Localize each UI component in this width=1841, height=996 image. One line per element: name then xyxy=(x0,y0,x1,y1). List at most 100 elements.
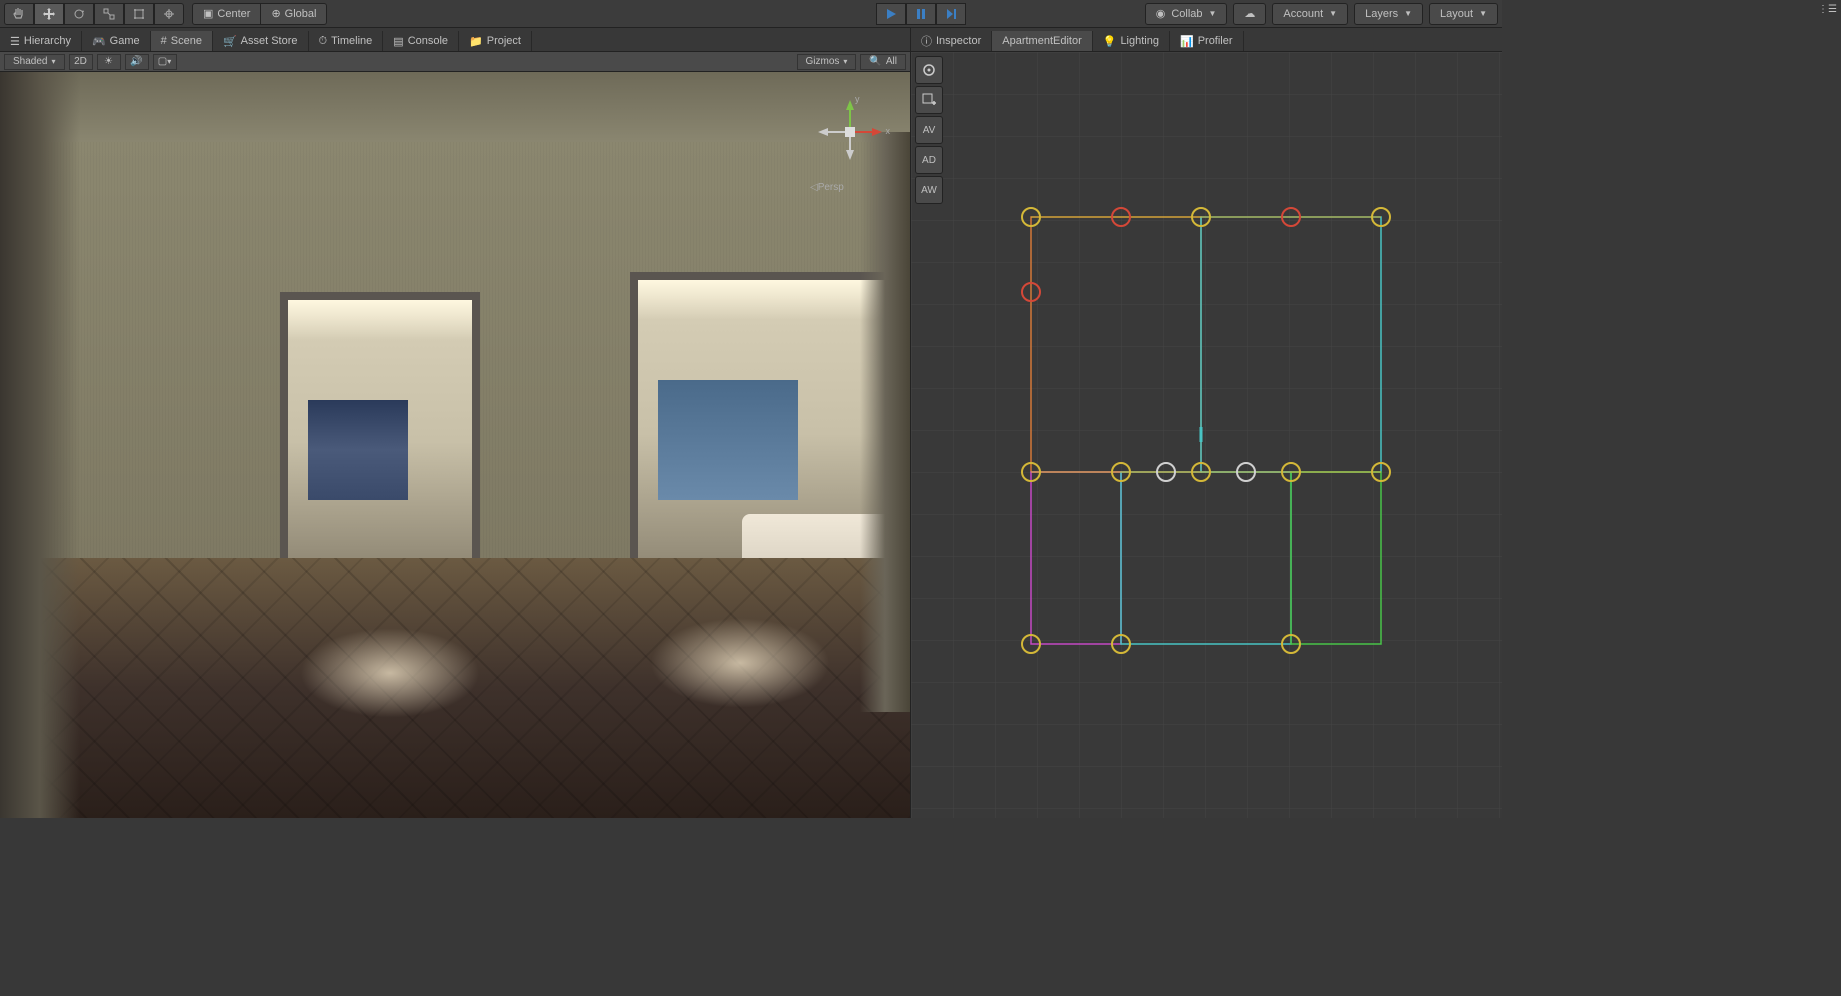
step-button[interactable] xyxy=(936,3,966,25)
node-corner[interactable] xyxy=(1191,207,1211,227)
node-door[interactable] xyxy=(1156,462,1176,482)
chevron-down-icon: ▼ xyxy=(1479,9,1487,18)
left-tab-bar: ☰ Hierarchy 🎮Game #Scene 🛒 Asset Store ⏱Ti… xyxy=(0,28,910,52)
pivot-global-button[interactable]: ⊕Global xyxy=(261,3,327,25)
center-icon: ▣ xyxy=(203,7,213,20)
node-corner[interactable] xyxy=(1111,634,1131,654)
tab-label: Profiler xyxy=(1198,35,1233,47)
node-midpoint[interactable] xyxy=(1281,207,1301,227)
account-dropdown[interactable]: Account ▼ xyxy=(1272,3,1348,25)
aw-label: AW xyxy=(921,185,937,196)
toggle-audio[interactable]: 🔊 xyxy=(125,54,149,70)
node-corner[interactable] xyxy=(1111,462,1131,482)
cloud-button[interactable]: ☁ xyxy=(1233,3,1266,25)
node-corner[interactable] xyxy=(1021,207,1041,227)
node-corner[interactable] xyxy=(1371,207,1391,227)
tab-label: Game xyxy=(110,35,140,47)
tab-label: Timeline xyxy=(331,35,372,47)
pause-button[interactable] xyxy=(906,3,936,25)
tool-av[interactable]: AV xyxy=(915,116,943,144)
draw-mode-dropdown[interactable]: Shaded ▾ xyxy=(4,54,65,70)
node-midpoint[interactable] xyxy=(1021,282,1041,302)
tab-project[interactable]: 📁 Project xyxy=(459,31,532,51)
pivot-center-label: Center xyxy=(217,8,250,20)
pivot-global-label: Global xyxy=(285,8,317,20)
transform-tool[interactable] xyxy=(154,3,184,25)
toggle-fx[interactable]: ▢▾ xyxy=(153,54,177,70)
tab-game[interactable]: 🎮Game xyxy=(82,31,151,51)
tab-lighting[interactable]: 💡Lighting xyxy=(1093,31,1170,51)
tab-profiler[interactable]: 📊Profiler xyxy=(1170,31,1244,51)
tool-add-room[interactable] xyxy=(915,86,943,114)
floorplan-diagram[interactable] xyxy=(1011,192,1431,695)
layout-dropdown[interactable]: Layout▼ xyxy=(1429,3,1498,25)
av-label: AV xyxy=(923,125,936,136)
node-midpoint[interactable] xyxy=(1111,207,1131,227)
scene-3d-render xyxy=(0,72,910,818)
scene-viewport[interactable]: y x ◁Persp xyxy=(0,72,910,818)
right-toolbar-controls: ◉Collab▼ ☁ Account▼ Layers▼ Layout▼ xyxy=(1145,3,1498,25)
node-corner[interactable] xyxy=(1021,462,1041,482)
sun-icon: ☀ xyxy=(104,56,113,67)
axis-y-label: y xyxy=(855,94,860,104)
tab-apartment-editor[interactable]: ApartmentEditor xyxy=(992,31,1092,51)
play-button[interactable] xyxy=(876,3,906,25)
node-corner[interactable] xyxy=(1281,634,1301,654)
timeline-icon: ⏱ xyxy=(319,35,328,48)
all-label: All xyxy=(886,56,897,67)
node-corner[interactable] xyxy=(1021,634,1041,654)
collab-icon: ◉ xyxy=(1156,7,1166,20)
main-toolbar: ▣ Center ⊕Global ◉Collab▼ ☁ Account ▼ Laye… xyxy=(0,0,1502,28)
toggle-lighting[interactable]: ☀ xyxy=(97,54,121,70)
play-controls xyxy=(876,3,966,25)
tab-timeline[interactable]: ⏱Timeline xyxy=(309,31,384,51)
chevron-down-icon: ▾ xyxy=(51,57,55,66)
tab-hierarchy[interactable]: ☰ Hierarchy xyxy=(0,31,82,51)
tool-ad[interactable]: AD xyxy=(915,146,943,174)
lighting-icon: 💡 xyxy=(1103,35,1117,48)
pivot-center-button[interactable]: ▣ Center xyxy=(192,3,261,25)
tab-label: Asset Store xyxy=(241,35,298,47)
ad-label: AD xyxy=(922,155,936,166)
tool-pointer[interactable] xyxy=(915,56,943,84)
tab-label: Lighting xyxy=(1120,35,1159,47)
perspective-label[interactable]: ◁Persp xyxy=(810,182,844,193)
tool-aw[interactable]: AW xyxy=(915,176,943,204)
move-tool[interactable] xyxy=(34,3,64,25)
layers-dropdown[interactable]: Layers▼ xyxy=(1354,3,1423,25)
rect-tool[interactable] xyxy=(124,3,154,25)
tab-inspector[interactable]: ⓘInspector xyxy=(911,31,992,51)
tab-asset-store[interactable]: 🛒 Asset Store xyxy=(213,31,309,51)
toggle-2d[interactable]: 2D xyxy=(69,54,93,70)
layers-label: Layers xyxy=(1365,8,1398,20)
scale-tool[interactable] xyxy=(94,3,124,25)
persp-text: Persp xyxy=(818,182,844,193)
account-label: Account xyxy=(1283,8,1323,20)
hierarchy-icon: ☰ xyxy=(10,35,20,48)
shaded-label: Shaded xyxy=(13,56,47,67)
tab-label: Project xyxy=(487,35,521,47)
project-icon: 📁 xyxy=(469,35,483,48)
tab-label: Hierarchy xyxy=(24,35,71,47)
tab-scene[interactable]: #Scene xyxy=(151,31,213,51)
axis-x-label: x xyxy=(886,126,891,136)
rotate-tool[interactable] xyxy=(64,3,94,25)
gizmos-dropdown[interactable]: Gizmos▾ xyxy=(797,54,857,70)
node-corner[interactable] xyxy=(1371,462,1391,482)
apartment-editor-canvas[interactable]: AV AD AW xyxy=(911,52,1502,818)
orientation-gizmo[interactable]: y x ◁Persp xyxy=(810,92,890,202)
editor-side-tools: AV AD AW xyxy=(915,56,943,204)
tab-console[interactable]: ▤Console xyxy=(383,31,459,51)
hand-tool[interactable] xyxy=(4,3,34,25)
scene-icon: # xyxy=(161,35,167,47)
node-corner[interactable] xyxy=(1191,462,1211,482)
node-corner[interactable] xyxy=(1281,462,1301,482)
panel-menu-icon[interactable]: ⋮☰ xyxy=(1818,4,1837,15)
search-scope[interactable]: 🔍All xyxy=(860,54,906,70)
console-icon: ▤ xyxy=(393,35,403,48)
chevron-down-icon: ▼ xyxy=(1329,9,1337,18)
collab-dropdown[interactable]: ◉Collab▼ xyxy=(1145,3,1228,25)
store-icon: 🛒 xyxy=(223,35,237,48)
pivot-controls: ▣ Center ⊕Global xyxy=(192,3,327,25)
node-door[interactable] xyxy=(1236,462,1256,482)
